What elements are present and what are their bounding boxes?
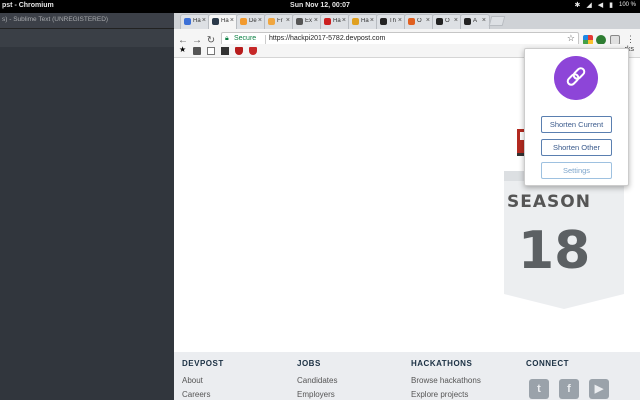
tab-close-icon[interactable]: × [342,17,346,24]
tab-strip: Ha × Ha × De × Fr × Ex × Ha × Ha × Th × O × O × A × [174,13,640,30]
browser-tab[interactable]: O × [432,14,462,29]
omnibox-divider [265,35,266,44]
link-shortener-popup: Shorten Current Shorten Other Settings [524,48,629,186]
footer-column-connect: CONNECT [526,359,569,368]
youtube-icon[interactable]: ▶ [589,379,609,399]
season-label: SEASON [507,192,591,212]
system-tray: ✱ ◢ ◀ ▮ 100 % [574,1,636,9]
browser-tab[interactable]: Ex × [292,14,322,29]
bookmark-page-icon[interactable] [207,47,215,55]
tab-favicon-icon [296,18,303,25]
footer-link[interactable]: Candidates [297,376,337,385]
bookmark-shield-icon[interactable] [235,47,243,55]
tab-close-icon[interactable]: × [258,17,262,24]
tab-close-icon[interactable]: × [202,17,206,24]
browser-tab[interactable]: Fr × [264,14,294,29]
browser-tab[interactable]: A × [460,14,490,29]
shorten-current-button[interactable]: Shorten Current [541,116,612,133]
footer-column-devpost: DEVPOST About Careers [182,359,224,399]
tab-favicon-icon [380,18,387,25]
browser-tab[interactable]: Th × [376,14,406,29]
battery-percent: 100 % [618,2,636,8]
facebook-icon[interactable]: f [559,379,579,399]
tab-favicon-icon [184,18,191,25]
tab-favicon-icon [436,18,443,25]
battery-icon[interactable]: ▮ [609,1,613,9]
browser-tab[interactable]: Ha × [320,14,350,29]
tab-favicon-icon [268,18,275,25]
tab-favicon-icon [324,18,331,25]
new-tab-button[interactable] [488,16,506,26]
browser-tab[interactable]: Ha × [348,14,378,29]
footer-heading: JOBS [297,359,321,368]
page-footer: DEVPOST About Careers JOBS Candidates Em… [174,352,640,400]
apps-star-icon[interactable]: ★ [179,45,187,54]
tab-close-icon[interactable]: × [370,17,374,24]
footer-heading: CONNECT [526,359,570,368]
footer-heading: HACKATHONS [411,359,473,368]
os-top-bar: pst - Chromium Sun Nov 12, 00:07 ✱ ◢ ◀ ▮… [0,0,640,13]
tab-close-icon[interactable]: × [482,17,486,24]
season-number: 18 [518,221,591,281]
tab-close-icon[interactable]: × [286,17,290,24]
tab-close-icon[interactable]: × [314,17,318,24]
footer-column-hackathons: HACKATHONS Browse hackathons Explore pro… [411,359,481,399]
sublime-window-title: s) - Sublime Text (UNREGISTERED) [0,13,174,29]
footer-link[interactable]: Browse hackathons [411,376,481,385]
volume-icon[interactable]: ◀ [598,1,603,9]
lock-icon: 🔒︎ [225,35,229,42]
clock[interactable]: Sun Nov 12, 00:07 [0,2,640,9]
tab-favicon-icon [240,18,247,25]
footer-heading: DEVPOST [182,359,224,368]
tab-close-icon[interactable]: × [230,17,234,24]
browser-tab[interactable]: Ha × [208,14,238,30]
footer-link[interactable]: Careers [182,390,224,399]
browser-tab[interactable]: Ha × [180,14,210,29]
tab-favicon-icon [352,18,359,25]
bluetooth-icon[interactable]: ✱ [574,1,580,9]
settings-button[interactable]: Settings [541,162,612,179]
url-text: https://hackpi2017-5782.devpost.com [269,35,386,42]
wifi-icon[interactable]: ◢ [586,1,591,9]
footer-column-jobs: JOBS Candidates Employers [297,359,337,399]
tab-close-icon[interactable]: × [398,17,402,24]
sublime-window[interactable]: s) - Sublime Text (UNREGISTERED) [0,13,174,400]
footer-link[interactable]: Employers [297,390,337,399]
tab-favicon-icon [464,18,471,25]
browser-tab[interactable]: O × [404,14,434,29]
bookmark-dark-icon[interactable] [221,47,229,55]
tab-close-icon[interactable]: × [426,17,430,24]
tab-favicon-icon [212,18,219,25]
bookmark-star-icon[interactable]: ☆ [567,33,575,44]
shorten-other-button[interactable]: Shorten Other [541,139,612,156]
bookmark-folder-icon[interactable] [193,47,201,55]
bookmark-shield-icon[interactable] [249,47,257,55]
secure-label: Secure [234,35,257,42]
footer-link[interactable]: About [182,376,224,385]
tab-favicon-icon [408,18,415,25]
sublime-tab-bar [0,29,174,47]
twitter-icon[interactable]: t [529,379,549,399]
chain-link-logo-icon [554,56,598,100]
footer-link[interactable]: Explore projects [411,390,481,399]
tab-close-icon[interactable]: × [454,17,458,24]
browser-tab[interactable]: De × [236,14,266,29]
